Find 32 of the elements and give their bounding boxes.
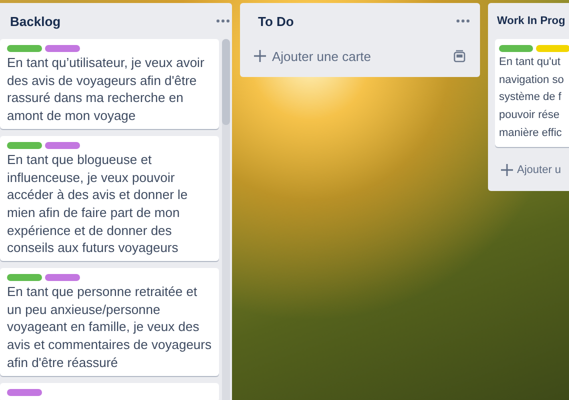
card[interactable]: En tant qu'ut navigation so système de f pouvoir rése manière effic [495,39,569,147]
scrollbar-thumb[interactable] [222,39,230,125]
card[interactable]: En tant qu’utilisateur, je veux avoir des avis de voyageurs afin d'être rassuré dans ma recherche en amont de mon voyage [0,39,219,129]
card[interactable]: En tant que personne retraitée et un peu anxieuse/personne voyageant en famille, je veux des avis et commentaires de voyageurs afin d'être réassuré [0,268,219,376]
list-title[interactable]: To Do [258,14,294,28]
add-card-button[interactable]: Ajouter u [501,164,562,176]
card-text: navigation so [499,72,565,88]
card-text: système de f [499,90,562,106]
card-text: En tant que blogueuse et influenceuse, je veux pouvoir accéder à des avis et donner le mien afin de faire part de mon expérience et de donner des conseils aux futurs voyageurs [7,150,189,258]
card-text: En tant que personne retraitée et un peu anxieuse/personne voyageant en famille, je veux des avis et commentaires de voyageurs afin d'être réassuré [7,283,212,372]
card-label[interactable] [7,274,42,282]
list-title[interactable]: Work In Prog [497,15,566,27]
card-text: En tant qu’utilisateur, je veux avoir des avis de voyageurs afin d'être rassuré dans ma recherche en amont de mon voyage [7,54,206,125]
card-label[interactable] [499,45,533,52]
card-label[interactable] [7,388,42,396]
plus-icon [254,50,266,62]
list-title[interactable]: Backlog [10,14,61,28]
plus-icon [501,164,513,176]
card-label[interactable] [7,142,42,149]
card[interactable] [0,382,219,400]
more-icon[interactable] [456,19,470,23]
add-card-button[interactable]: Ajouter une carte [254,48,372,64]
card-label[interactable] [45,274,80,282]
card[interactable]: En tant que blogueuse et influenceuse, je veux pouvoir accéder à des avis et donner le mien afin de faire part de mon expérience et de donner des conseils aux futurs voyageurs [0,136,219,262]
template-icon[interactable] [453,50,466,62]
card-label[interactable] [45,45,80,52]
card-text: manière effic [499,126,563,141]
more-icon[interactable] [216,19,230,23]
card-label[interactable] [45,142,80,149]
card-label[interactable] [7,45,42,52]
card-text: pouvoir rése [499,108,561,124]
card-text: En tant qu'ut [499,55,562,70]
